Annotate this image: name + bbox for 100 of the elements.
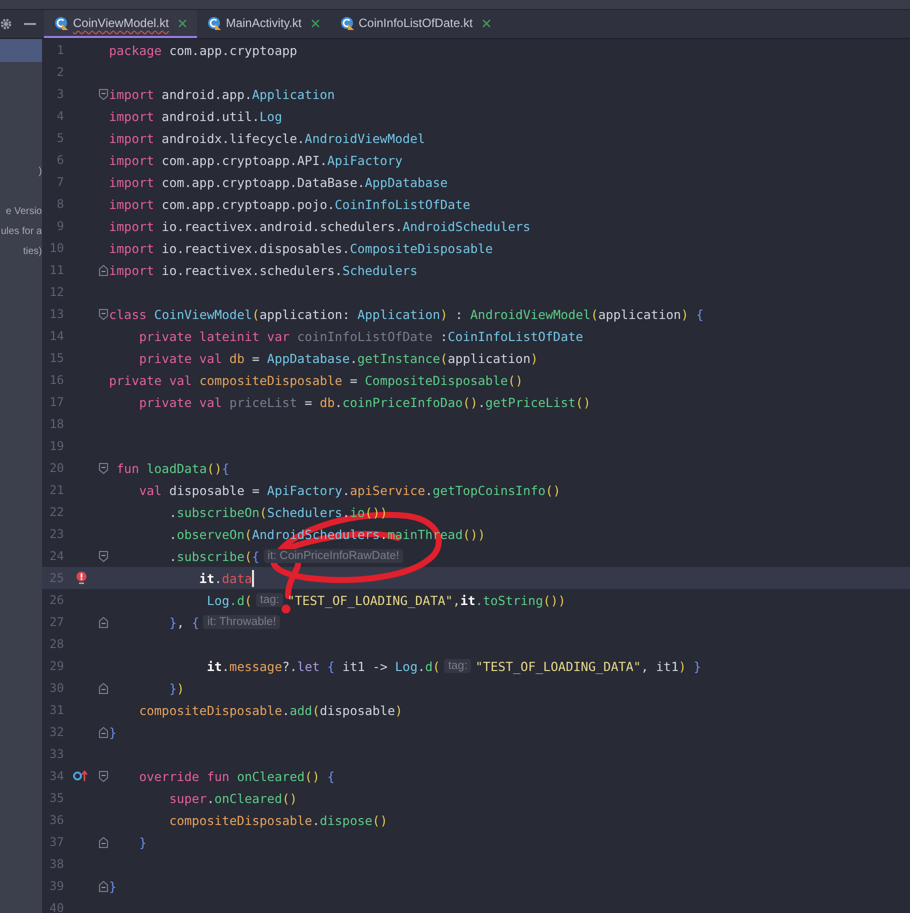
class-name-text: CompositeDisposable — [350, 240, 493, 256]
parenthesis-text: () — [462, 394, 478, 410]
function-name-text: subscribe — [176, 548, 244, 564]
parenthesis-text: ()) — [462, 526, 486, 542]
keyword-text: private val — [109, 372, 192, 388]
parenthesis-text: () — [508, 372, 523, 388]
fold-marker-icon[interactable] — [99, 770, 108, 782]
property-text: compositeDisposable — [198, 372, 342, 388]
class-name-text: AndroidViewModel — [304, 130, 426, 146]
line-number: 35 — [48, 791, 64, 805]
code-text: = — [348, 372, 358, 388]
line-number: 39 — [48, 879, 64, 893]
class-name-text: Application — [252, 86, 335, 102]
code-text: android.util. — [160, 108, 260, 124]
close-icon[interactable] — [482, 18, 491, 28]
error-reference-text: data — [222, 570, 252, 586]
settings-icon[interactable] — [0, 18, 12, 30]
line-number: 5 — [56, 131, 64, 145]
brace-text: { — [192, 614, 200, 630]
brace-text: { — [326, 658, 335, 674]
line-number: 33 — [48, 747, 64, 761]
code-text: . — [380, 526, 388, 542]
parenthesis-text: ( — [590, 306, 598, 322]
inlay-hint: tag: — [444, 659, 472, 673]
line-number: 36 — [48, 813, 64, 827]
line-number: 11 — [48, 263, 64, 277]
function-name-text: onCleared — [236, 768, 305, 784]
close-icon[interactable] — [178, 18, 187, 28]
inlay-hint: tag: — [256, 593, 284, 607]
fold-marker-icon[interactable] — [99, 550, 108, 562]
line-number: 17 — [48, 395, 64, 409]
keyword-text: import — [109, 240, 154, 256]
panel-item-text[interactable]: ) — [38, 162, 42, 182]
class-name-text: Log — [260, 108, 282, 124]
code-text: . — [222, 658, 230, 674]
code-text: ?. — [282, 658, 298, 674]
code-text: com.app.cryptoapp.DataBase. — [160, 174, 365, 190]
inlay-hint: it: Throwable! — [203, 615, 280, 629]
parenthesis-text: () — [282, 790, 298, 806]
fold-marker-icon[interactable] — [99, 682, 108, 694]
parenthesis-text: ( — [440, 350, 448, 366]
brace-text: } — [109, 724, 117, 740]
function-name-text: .d — [229, 592, 244, 608]
parenthesis-text: ) — [530, 350, 538, 366]
code-text: . — [168, 548, 177, 564]
kotlin-class-icon — [206, 16, 221, 30]
code-text: android.app. — [160, 86, 252, 102]
function-name-text: onCleared — [214, 790, 282, 806]
parenthesis-text: ()) — [543, 592, 566, 608]
code-text: . — [478, 394, 486, 410]
fold-marker-icon[interactable] — [99, 264, 108, 276]
brace-text: { — [695, 306, 704, 322]
fold-marker-icon[interactable] — [99, 462, 108, 474]
class-name-text: AppDatabase — [267, 350, 350, 366]
panel-item-text[interactable]: ules for a — [0, 222, 42, 242]
function-name-text: getInstance — [357, 350, 440, 366]
close-icon[interactable] — [310, 18, 320, 28]
kotlin-class-icon — [340, 16, 354, 30]
code-text: application: — [260, 306, 351, 322]
brace-text: } — [168, 680, 177, 696]
fold-marker-icon[interactable] — [99, 880, 108, 892]
keyword-text: fun — [116, 460, 140, 476]
line-number: 31 — [48, 703, 64, 717]
file-tab[interactable]: CoinInfoListOfDate.kt — [330, 10, 501, 38]
line-number: 2 — [56, 65, 64, 79]
class-name-text: Schedulers — [342, 262, 418, 278]
parenthesis-text: () — [304, 768, 320, 784]
function-name-text: .toString — [475, 592, 544, 608]
fold-marker-icon[interactable] — [99, 616, 108, 628]
property-text: compositeDisposable — [168, 812, 312, 828]
file-tab[interactable]: CoinViewModel.kt — [44, 10, 197, 38]
panel-item-text[interactable]: e Versio — [6, 202, 42, 222]
collapse-icon[interactable] — [24, 22, 36, 26]
fold-marker-icon[interactable] — [99, 308, 108, 320]
code-text: . — [350, 350, 358, 366]
line-number: 13 — [48, 307, 64, 321]
fold-marker-icon[interactable] — [99, 726, 108, 738]
panel-item-text[interactable]: ties) — [23, 242, 42, 262]
fold-marker-icon[interactable] — [99, 88, 108, 100]
keyword-text: val — [138, 482, 162, 498]
property-text: apiService — [350, 482, 426, 498]
code-text: com.app.cryptoapp.API. — [160, 152, 328, 168]
code-text: : — [439, 328, 448, 344]
keyword-text: super — [168, 790, 207, 806]
code-text: . — [418, 658, 426, 674]
error-bulb-icon[interactable] — [76, 571, 86, 585]
override-marker-icon[interactable] — [73, 770, 89, 782]
code-text: . — [334, 394, 342, 410]
code-text: . — [342, 482, 350, 498]
parenthesis-text: ) — [395, 702, 403, 718]
function-name-text: coinPriceInfoDao — [342, 394, 463, 410]
fold-marker-icon[interactable] — [99, 836, 108, 848]
property-text: db — [320, 394, 335, 410]
property-text: db — [228, 350, 244, 366]
line-number: 40 — [48, 901, 64, 913]
code-text: . — [342, 504, 350, 520]
class-name-text: ApiFactory — [267, 482, 342, 498]
keyword-text: private val — [138, 394, 222, 410]
file-tab[interactable]: MainActivity.kt — [196, 10, 330, 38]
class-name-text: CoinInfoListOfDate — [448, 328, 584, 344]
